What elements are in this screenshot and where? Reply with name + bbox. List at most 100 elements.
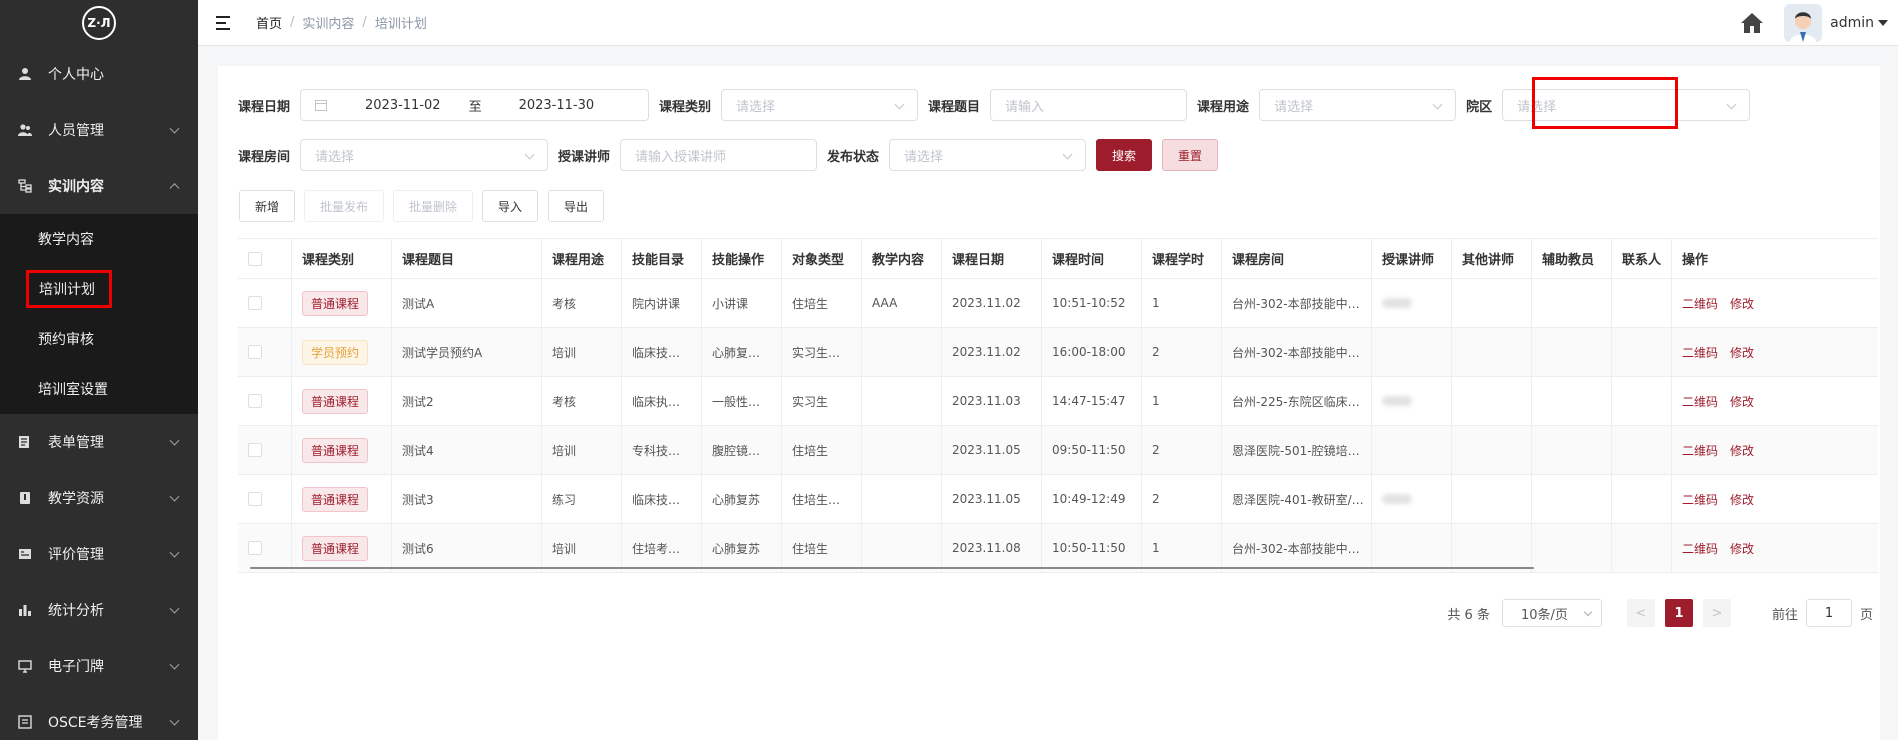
page-1-button[interactable]: 1	[1664, 599, 1693, 627]
chevron-down-icon	[1432, 99, 1443, 110]
row-checkbox[interactable]	[248, 443, 262, 457]
table-row[interactable]: 普通课程 测试6 培训 住培考… 心肺复苏 住培生 2023.11.08 10:50-11:5…	[238, 524, 1878, 573]
export-button[interactable]: 导出	[548, 190, 604, 222]
sidebar-subitem-training-plan[interactable]: 培训计划	[0, 264, 198, 314]
table-row[interactable]: 学员预约 测试学员预约A 培训 临床技… 心肺复… 实习生… 2023.11.02 16:00…	[238, 328, 1878, 377]
qrcode-link[interactable]: 二维码	[1682, 295, 1718, 312]
pagination-total: 共 6 条	[1447, 607, 1490, 623]
sidebar-item-label: 人员管理	[48, 123, 104, 139]
sidebar-item-statistics[interactable]: 统计分析	[0, 582, 198, 638]
form-icon	[18, 435, 32, 449]
cell-other-teacher	[1452, 426, 1532, 474]
cell-content: AAA	[862, 279, 942, 327]
edit-link[interactable]: 修改	[1730, 540, 1754, 557]
edit-link[interactable]: 修改	[1730, 393, 1754, 410]
category-tag: 普通课程	[302, 535, 369, 561]
cell-skill-dir: 临床技…	[622, 328, 702, 376]
category-label: 课程类别	[659, 99, 712, 115]
edit-link[interactable]: 修改	[1730, 442, 1754, 459]
menu-collapse-icon[interactable]	[216, 15, 232, 30]
import-button[interactable]: 导入	[482, 190, 538, 222]
row-checkbox[interactable]	[248, 394, 262, 408]
cell-skill-op: 心肺复苏	[702, 475, 782, 523]
topic-input[interactable]: 请输入	[990, 89, 1188, 121]
sidebar-item-teaching-resources[interactable]: 教学资源	[0, 470, 198, 526]
row-checkbox[interactable]	[248, 296, 262, 310]
row-checkbox[interactable]	[248, 345, 262, 359]
cell-assistant	[1532, 426, 1612, 474]
user-menu[interactable]: admin	[1830, 15, 1888, 31]
cell-other-teacher	[1452, 279, 1532, 327]
qrcode-link[interactable]: 二维码	[1682, 393, 1718, 410]
breadcrumb-training-plan: 培训计划	[374, 17, 427, 32]
prev-page-button[interactable]: <	[1626, 599, 1655, 627]
cell-date: 2023.11.08	[942, 524, 1042, 572]
sidebar-item-osce[interactable]: OSCE考务管理	[0, 694, 198, 740]
edit-link[interactable]: 修改	[1730, 344, 1754, 361]
add-button[interactable]: 新增	[239, 190, 295, 222]
cell-content	[862, 377, 942, 425]
cell-skill-op: 小讲课	[702, 279, 782, 327]
avatar[interactable]	[1784, 4, 1823, 42]
status-select[interactable]: 请选择	[889, 139, 1087, 171]
qrcode-link[interactable]: 二维码	[1682, 442, 1718, 459]
qrcode-link[interactable]: 二维码	[1682, 491, 1718, 508]
header-assistant: 辅助教员	[1532, 239, 1612, 278]
batch-delete-button[interactable]: 批量删除	[393, 190, 473, 222]
sidebar-subitem-booking-review[interactable]: 预约审核	[0, 314, 198, 364]
table-row[interactable]: 普通课程 测试4 培训 专科技… 腹腔镜… 住培生 2023.11.05 09:50-11:5…	[238, 426, 1878, 475]
tree-icon	[18, 179, 32, 193]
batch-publish-button[interactable]: 批量发布	[304, 190, 384, 222]
sidebar-item-evaluation[interactable]: 评价管理	[0, 526, 198, 582]
page-size-select[interactable]: 10条/页	[1501, 599, 1602, 627]
sidebar-item-label: 个人中心	[48, 67, 104, 83]
cell-assistant	[1532, 524, 1612, 572]
edit-link[interactable]: 修改	[1730, 491, 1754, 508]
cell-content	[862, 475, 942, 523]
next-page-button[interactable]: >	[1702, 599, 1731, 627]
status-label: 发布状态	[827, 149, 880, 165]
sidebar-item-e-doorplate[interactable]: 电子门牌	[0, 638, 198, 694]
table-row[interactable]: 普通课程 测试3 练习 临床技… 心肺复苏 住培生… 2023.11.05 10:49-12:…	[238, 475, 1878, 524]
date-start[interactable]: 2023-11-02	[365, 98, 441, 113]
row-checkbox[interactable]	[248, 492, 262, 506]
search-button[interactable]: 搜索	[1096, 139, 1153, 171]
qrcode-link[interactable]: 二维码	[1682, 540, 1718, 557]
sidebar-item-form-management[interactable]: 表单管理	[0, 414, 198, 470]
teacher-input[interactable]: 请输入授课讲师	[620, 139, 818, 171]
cell-operations: 二维码 修改	[1672, 475, 1858, 523]
sidebar-item-training-content[interactable]: 实训内容	[0, 158, 198, 214]
table-horizontal-scrollbar[interactable]	[250, 567, 1534, 569]
cell-contact	[1612, 377, 1672, 425]
date-end[interactable]: 2023-11-30	[519, 98, 595, 113]
usage-select[interactable]: 请选择	[1259, 89, 1457, 121]
qrcode-link[interactable]: 二维码	[1682, 344, 1718, 361]
username: admin	[1830, 15, 1874, 31]
edit-link[interactable]: 修改	[1730, 295, 1754, 312]
select-all-checkbox[interactable]	[248, 251, 262, 266]
cell-time: 10:49-12:49	[1042, 475, 1142, 523]
sidebar-item-personal-center[interactable]: 个人中心	[0, 46, 198, 102]
sidebar-subitem-room-settings[interactable]: 培训室设置	[0, 364, 198, 414]
cell-operations: 二维码 修改	[1672, 426, 1858, 474]
home-icon[interactable]	[1740, 12, 1764, 34]
breadcrumb-home[interactable]: 首页	[256, 13, 282, 32]
header-operations: 操作	[1682, 253, 1709, 268]
row-checkbox-cell	[238, 279, 292, 327]
header-target: 对象类型	[782, 239, 862, 278]
sidebar-item-label: 表单管理	[48, 435, 104, 451]
topic-placeholder: 请输入	[1005, 99, 1045, 115]
cell-usage: 培训	[542, 426, 622, 474]
table-row[interactable]: 普通课程 测试2 考核 临床执… 一般性… 实习生 2023.11.03 14:47-15:4…	[238, 377, 1878, 426]
sidebar-subitem-teaching-content[interactable]: 教学内容	[0, 214, 198, 264]
sidebar-item-personnel[interactable]: 人员管理	[0, 102, 198, 158]
cell-usage: 培训	[542, 524, 622, 572]
room-select[interactable]: 请选择	[300, 139, 549, 171]
reset-button[interactable]: 重置	[1162, 139, 1219, 171]
category-select[interactable]: 请选择	[721, 89, 919, 121]
goto-page-input[interactable]: 1	[1805, 599, 1852, 627]
row-checkbox[interactable]	[248, 541, 262, 555]
date-range-picker[interactable]: 2023-11-02 至 2023-11-30	[300, 89, 650, 121]
table-row[interactable]: 普通课程 测试A 考核 院内讲课 小讲课 住培生 AAA 2023.11.02 10:51-10…	[238, 279, 1878, 328]
cell-skill-dir: 专科技…	[622, 426, 702, 474]
